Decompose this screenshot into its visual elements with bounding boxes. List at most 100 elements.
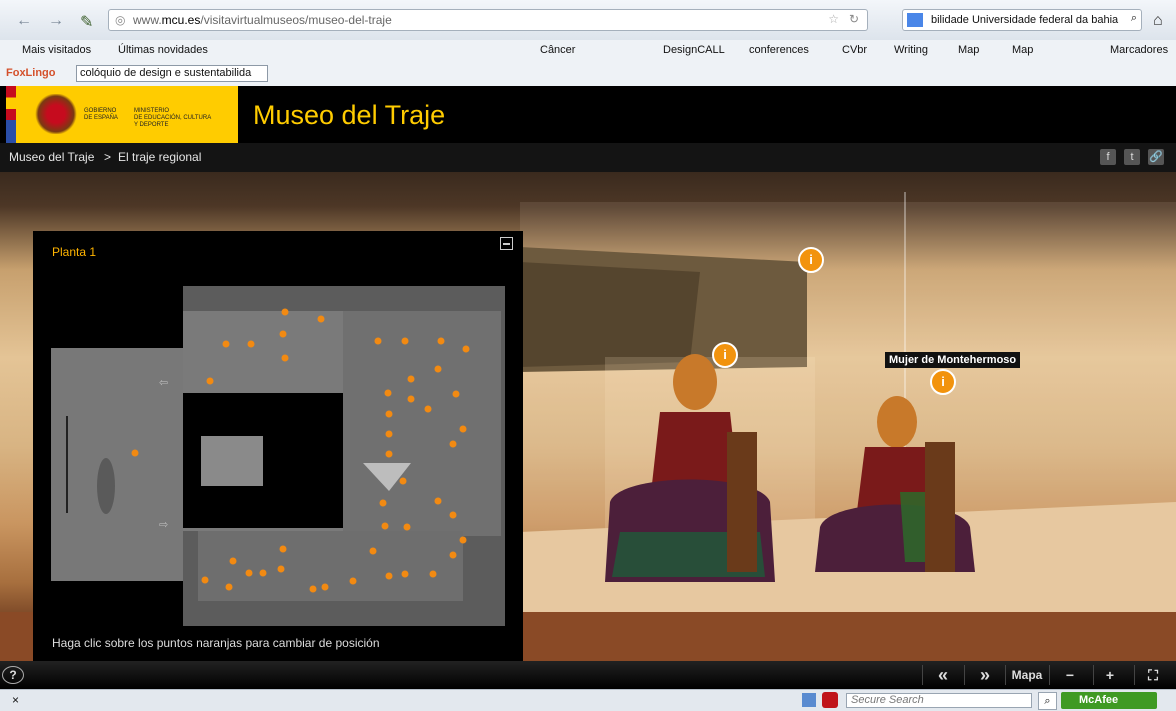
info-hotspot-3[interactable]: i [930,369,956,395]
map-position-point[interactable] [401,570,409,578]
bookmark-ultimas-novidades[interactable]: Últimas novidades [118,44,208,56]
ministry-line-1: MINISTERIO [134,108,170,114]
coat-of-arms-icon [34,94,78,134]
facebook-icon[interactable]: f [1100,149,1116,165]
map-position-point[interactable] [401,337,409,345]
url-domain: mcu.es [161,13,201,27]
floor-plan: ⇦ ⇨ [51,286,505,626]
map-position-point[interactable] [374,337,382,345]
gov-line-2: DE ESPAÑA [84,115,118,121]
map-position-point[interactable] [281,308,289,316]
government-logo[interactable]: GOBIERNO DE ESPAÑA MINISTERIO DE EDUCACI… [6,86,238,143]
close-icon[interactable]: × [12,693,19,707]
search-icon[interactable]: ⌕ [1131,12,1137,25]
map-position-point[interactable] [449,551,457,559]
map-position-point[interactable] [459,536,467,544]
map-position-point[interactable] [279,330,287,338]
map-position-point[interactable] [349,577,357,585]
map-position-point[interactable] [222,340,230,348]
map-position-point[interactable] [245,569,253,577]
previous-button[interactable]: « [928,665,958,685]
map-position-point[interactable] [321,583,329,591]
map-position-point[interactable] [434,497,442,505]
back-icon[interactable]: ← [16,12,32,30]
map-button[interactable]: Mapa [1008,665,1046,685]
map-position-point[interactable] [399,477,407,485]
addon-status-icon[interactable] [802,693,816,707]
map-position-point[interactable] [279,545,287,553]
map-position-point[interactable] [385,430,393,438]
map-position-point[interactable] [452,390,460,398]
map-position-point[interactable] [429,570,437,578]
bookmark-cvbr[interactable]: CVbr [842,44,867,56]
flag-strip [6,86,16,143]
map-position-point[interactable] [206,377,214,385]
map-position-point[interactable] [309,585,317,593]
bookmarks-menu[interactable]: Marcadores [1110,44,1168,56]
map-position-point[interactable] [281,354,289,362]
map-position-point[interactable] [379,499,387,507]
map-position-point[interactable] [277,565,285,573]
star-icon[interactable]: ☆ [828,12,839,26]
bookmark-mais-visitados[interactable]: Mais visitados [22,44,91,56]
foxlingo-brand[interactable]: FoxLingo [6,67,56,79]
mcafee-shield-icon[interactable] [822,692,838,708]
map-position-point[interactable] [407,375,415,383]
map-position-point[interactable] [201,576,209,584]
map-position-point[interactable] [131,449,139,457]
map-position-point[interactable] [259,569,267,577]
map-position-point[interactable] [434,365,442,373]
addon-icon[interactable]: ✎ [80,12,93,32]
map-position-point[interactable] [385,572,393,580]
map-position-point[interactable] [462,345,470,353]
bookmark-conferences[interactable]: conferences [749,44,809,56]
forward-icon[interactable]: → [48,12,64,30]
map-position-point[interactable] [424,405,432,413]
address-bar[interactable]: ◎ www.mcu.es/visitavirtualmuseos/museo-d… [108,9,868,31]
info-hotspot-1[interactable]: i [798,247,824,273]
home-icon[interactable]: ⌂ [1153,12,1163,30]
map-position-point[interactable] [369,547,377,555]
gov-line-1: GOBIERNO [84,108,117,114]
search-engine-icon[interactable] [907,13,923,27]
search-box[interactable]: bilidade Universidade federal da bahia ⌕ [902,9,1142,31]
map-position-point[interactable] [449,440,457,448]
map-position-point[interactable] [384,389,392,397]
next-button[interactable]: » [970,665,1000,685]
info-hotspot-2[interactable]: i [712,342,738,368]
bookmark-cancer[interactable]: Câncer [540,44,575,56]
map-position-point[interactable] [437,337,445,345]
map-position-point[interactable] [407,395,415,403]
map-position-point[interactable] [247,340,255,348]
map-position-point[interactable] [229,557,237,565]
map-position-point[interactable] [459,425,467,433]
mcafee-label: McAfee [1079,694,1119,706]
map-position-point[interactable] [403,523,411,531]
zoom-in-button[interactable]: + [1100,665,1120,685]
site-header: GOBIERNO DE ESPAÑA MINISTERIO DE EDUCACI… [0,86,1176,143]
bookmark-designcall[interactable]: DesignCALL [663,44,725,56]
search-text: bilidade Universidade federal da bahia [931,14,1119,26]
share-link-icon[interactable]: 🔗 [1148,149,1164,165]
search-icon[interactable]: ⌕ [1038,692,1057,710]
foxlingo-select[interactable]: colóquio de design e sustentabilida [76,65,268,82]
fullscreen-button[interactable]: ⛶ [1143,665,1163,685]
help-button[interactable]: ? [2,666,24,684]
mcafee-badge[interactable]: McAfee [1061,692,1157,709]
zoom-out-button[interactable]: − [1060,665,1080,685]
bookmark-map[interactable]: Map [958,44,979,56]
map-position-point[interactable] [385,450,393,458]
map-position-point[interactable] [449,511,457,519]
secure-search-input[interactable]: Secure Search [846,693,1032,708]
map-position-point[interactable] [317,315,325,323]
bookmark-writing[interactable]: Writing [894,44,928,56]
map-position-point[interactable] [385,410,393,418]
breadcrumb-root[interactable]: Museo del Traje [9,150,94,164]
map-position-point[interactable] [225,583,233,591]
breadcrumb-current: El traje regional [118,150,202,164]
breadcrumb-separator: > [104,150,112,164]
bookmark-map-2[interactable]: Map [1012,44,1033,56]
reload-icon[interactable]: ↻ [849,12,859,26]
twitter-icon[interactable]: t [1124,149,1140,165]
map-position-point[interactable] [381,522,389,530]
